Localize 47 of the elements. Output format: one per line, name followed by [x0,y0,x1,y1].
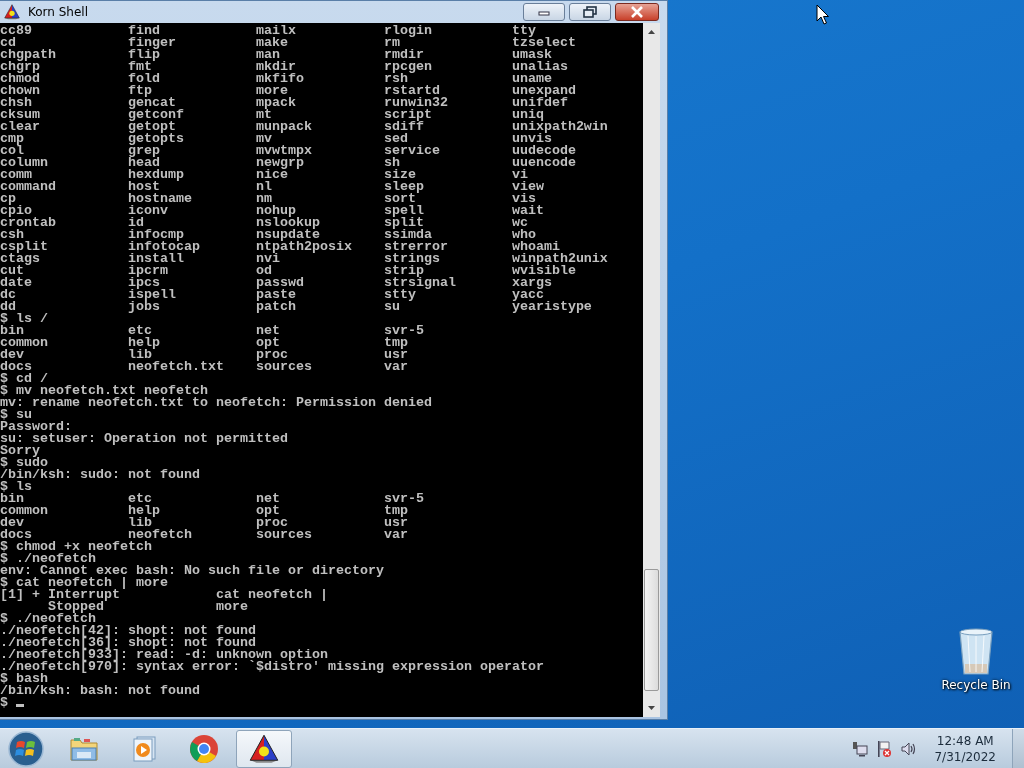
media-player-icon [130,734,158,763]
terminal-line: $ su [0,407,32,422]
mouse-pointer-icon [816,4,830,26]
minimize-icon [538,8,550,16]
close-button[interactable] [615,3,659,21]
text-cursor [16,704,24,707]
terminal-line: Password: [0,419,72,434]
terminal-line: ./neofetch[42]: shopt: not found [0,623,256,638]
terminal-line: /bin/ksh: bash: not found [0,683,200,698]
terminal-line: Sorry [0,443,40,458]
terminal-line: $ cd / [0,371,48,386]
terminal-line: $ chmod +x neofetch [0,539,152,554]
terminal-line: $ ./neofetch [0,551,96,566]
terminal-line: env: Cannot exec bash: No such file or directory [0,563,384,578]
icon-label[interactable]: Recycle Bin [941,676,1011,694]
terminal-line: $ mv neofetch.txt neofetch [0,383,208,398]
terminal-line: /bin/ksh: sudo: not found [0,467,200,482]
window-title: Korn Shell [28,4,90,21]
scrollbar[interactable] [643,23,660,717]
terminal-line: $ ls [0,479,32,494]
shell-app-icon [249,733,279,764]
flag-icon[interactable] [876,739,893,758]
network-icon[interactable] [852,740,869,757]
scroll-thumb[interactable] [644,569,659,691]
trash-bin-icon[interactable] [956,628,996,676]
terminal-line: common help opt tmp [0,335,408,350]
terminal-line: cc89 find mailx rlogin tty [0,23,536,38]
terminal-line: $ [0,695,9,710]
terminal-line: chown ftp more rstartd unexpand [0,83,576,98]
restore-icon [583,6,597,18]
terminal-line: bin etc net svr-5 [0,491,424,506]
terminal-line: su: setuser: Operation not permitted [0,431,288,446]
terminal-line: common help opt tmp [0,503,408,518]
clock-time: 12:48 AM [935,732,995,749]
terminal-line: $ ls / [0,311,48,326]
app-icon [4,4,20,20]
minimize-button[interactable] [523,3,565,21]
taskbar-button[interactable] [236,729,292,768]
terminal-line: bin etc net svr-5 [0,323,424,338]
clock-date: 7/31/2022 [934,748,996,765]
terminal-line: $ cat neofetch | more [0,575,168,590]
restore-button[interactable] [569,3,611,21]
clock[interactable]: 12:48 AM 7/31/2022 [926,732,1004,765]
close-icon [630,6,644,18]
terminal-line: $ bash [0,671,48,686]
terminal-line: mv: rename neofetch.txt to neofetch: Permission denied [0,395,432,410]
browser-icon [189,733,219,764]
